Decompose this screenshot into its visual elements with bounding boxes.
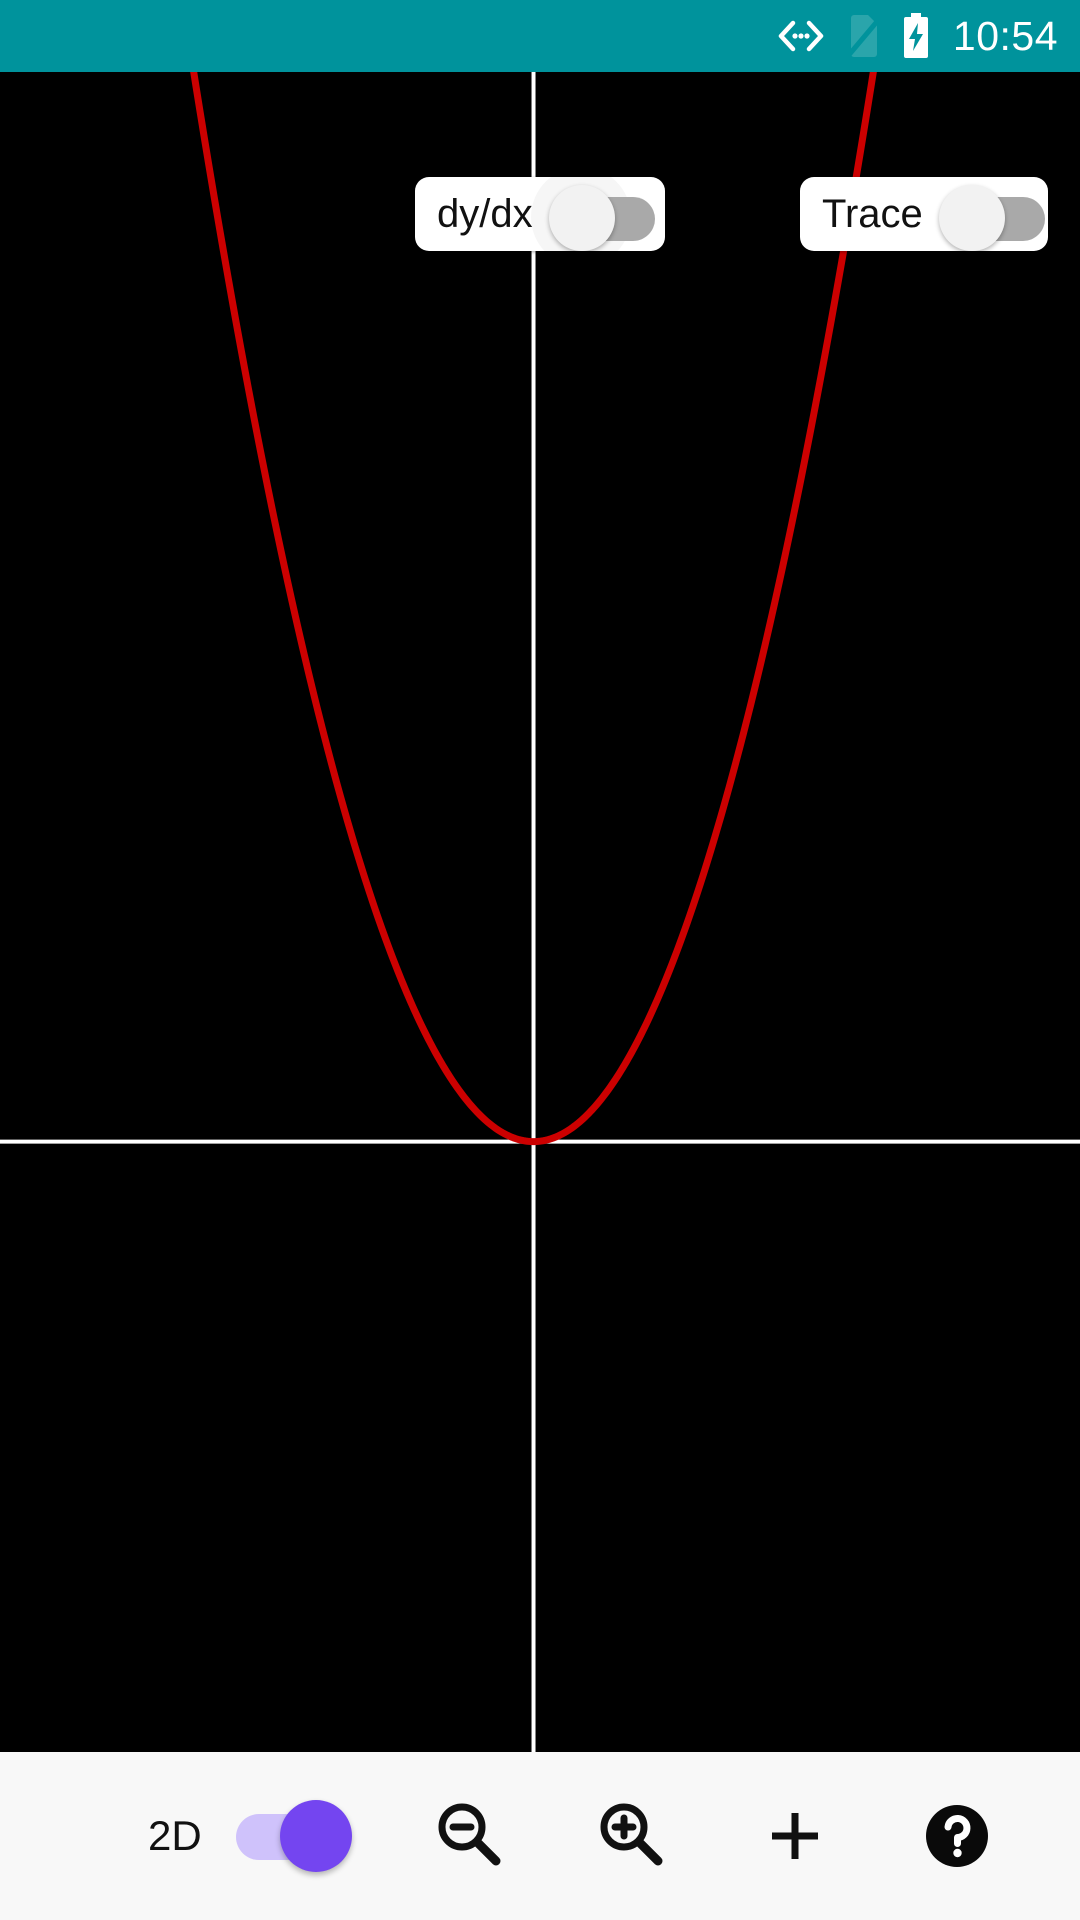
help-button[interactable] [918,1752,996,1920]
toggle-dydx-label: dy/dx [437,192,533,236]
graph-plot [0,72,1080,1752]
bottom-toolbar: 2D [0,1752,1080,1920]
graph-canvas[interactable]: dy/dx Trace [0,72,1080,1752]
dimension-label: 2D [148,1812,202,1859]
status-clock: 10:54 [952,12,1058,59]
toggle-trace-switch[interactable] [933,183,1045,251]
zoom-out-icon [438,1803,501,1866]
plus-icon [771,1813,818,1859]
usb-debug-icon [775,19,827,53]
toggle-trace-label: Trace [822,192,923,236]
zoom-in-icon [600,1803,663,1866]
toggle-dydx-thumb[interactable] [548,185,615,251]
dimension-toggle[interactable] [235,1800,352,1872]
help-circle-icon [925,1805,988,1867]
toggle-trace[interactable]: Trace [800,177,1048,251]
dimension-toggle-thumb[interactable] [279,1800,352,1872]
toggle-dydx[interactable]: dy/dx [415,177,665,251]
battery-charging-icon [901,12,931,60]
toggle-dydx-switch[interactable] [543,183,655,251]
zoom-in-button[interactable] [592,1752,670,1920]
toggle-trace-thumb[interactable] [938,185,1005,251]
status-bar: 10:54 [0,0,1080,72]
no-sim-icon [845,13,883,59]
zoom-out-button[interactable] [430,1752,508,1920]
add-button[interactable] [756,1752,834,1920]
